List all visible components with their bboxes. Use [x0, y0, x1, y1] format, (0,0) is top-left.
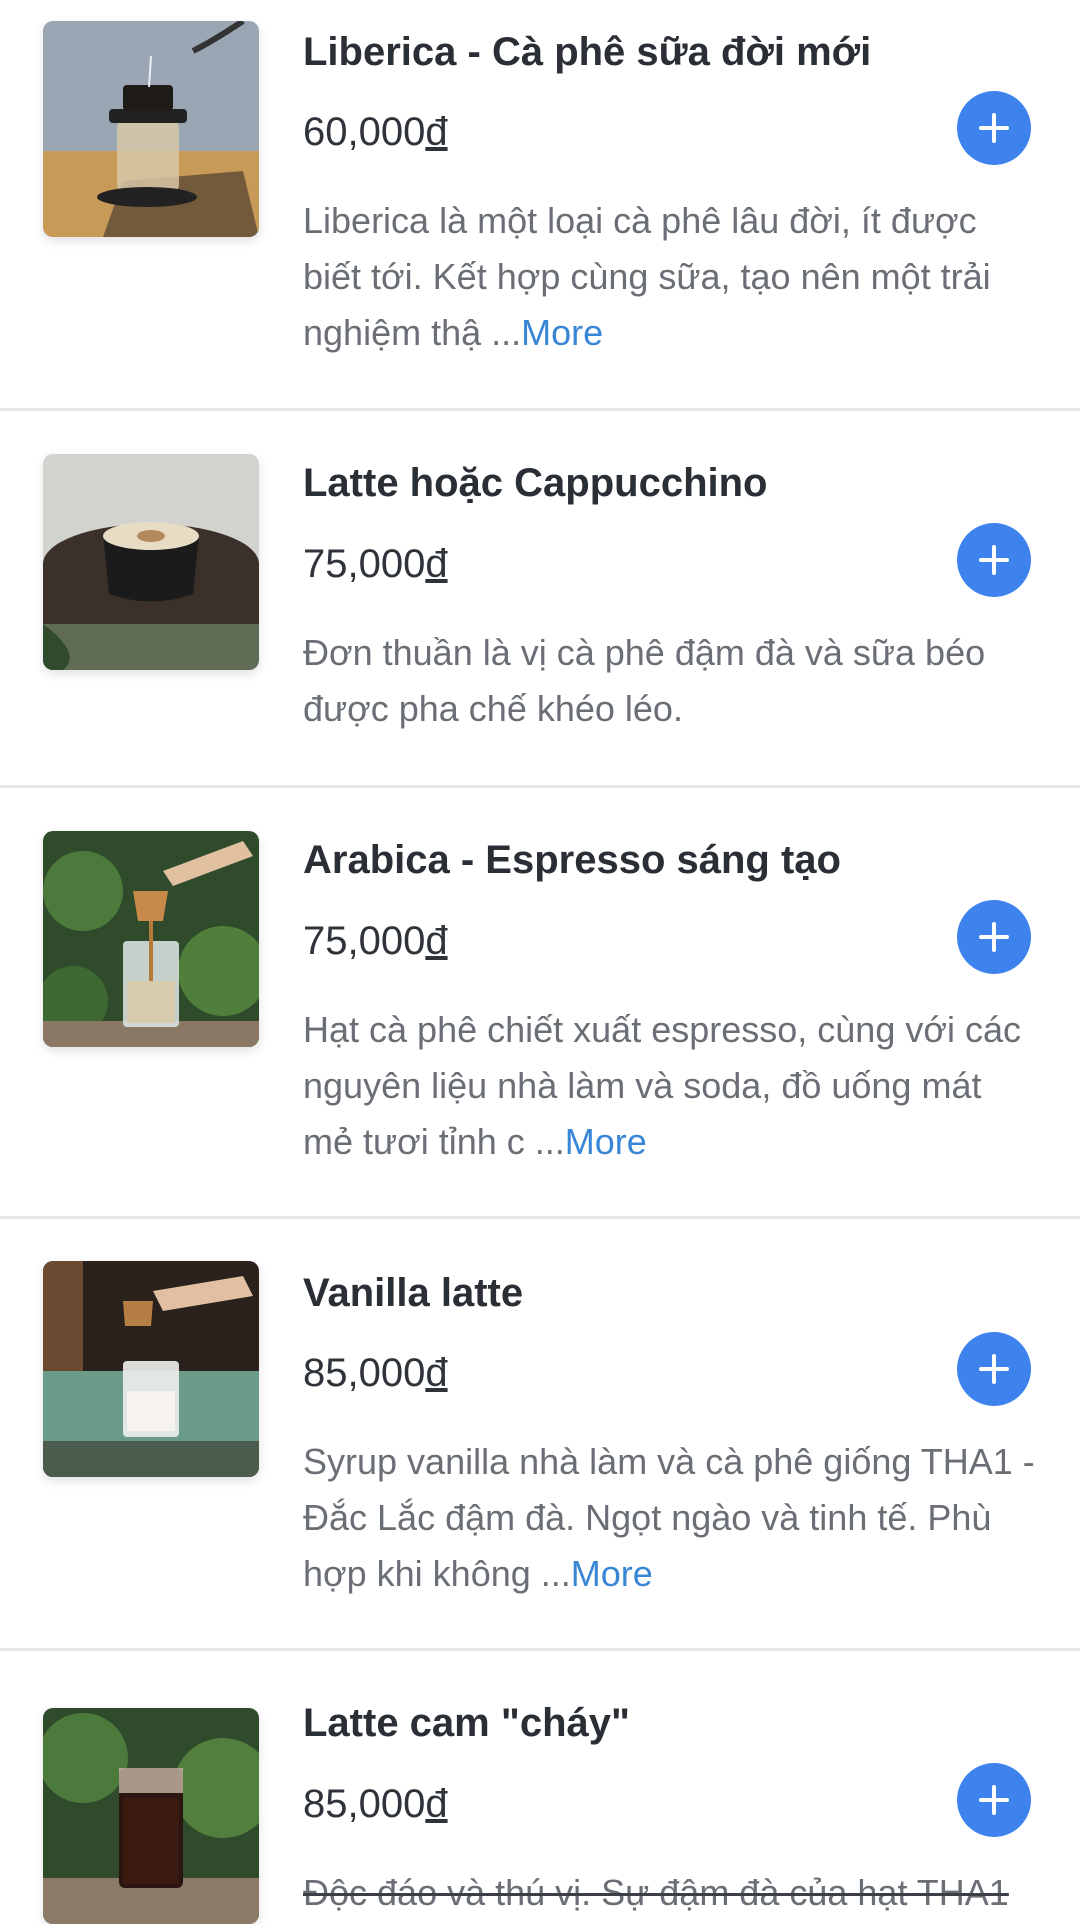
- list-item[interactable]: Latte cam "cháy" 85,000đ Độc đáo và thú …: [0, 1651, 1080, 1924]
- product-name[interactable]: Liberica - Cà phê sữa đời mới: [303, 30, 943, 75]
- menu-list: Liberica - Cà phê sữa đời mới 60,000đ Li…: [0, 0, 1080, 1924]
- plus-icon: [979, 113, 1009, 143]
- plus-icon: [979, 545, 1009, 575]
- product-image[interactable]: [43, 454, 259, 670]
- product-description: Hạt cà phê chiết xuất espresso, cùng với…: [303, 1009, 1021, 1162]
- product-description: Đơn thuần là vị cà phê đậm đà và sữa béo…: [303, 632, 986, 729]
- product-name[interactable]: Arabica - Espresso sáng tạo: [303, 838, 943, 883]
- list-item[interactable]: Vanilla latte 85,000đ Syrup vanilla nhà …: [0, 1219, 1080, 1651]
- add-to-cart-button[interactable]: [957, 1763, 1031, 1837]
- plus-icon: [979, 1785, 1009, 1815]
- currency-symbol: đ: [425, 1782, 448, 1826]
- add-to-cart-button[interactable]: [957, 1332, 1031, 1406]
- product-name[interactable]: Latte cam "cháy": [303, 1701, 943, 1746]
- product-price: 85,000đ: [303, 1782, 448, 1826]
- add-to-cart-button[interactable]: [957, 91, 1031, 165]
- list-item[interactable]: Arabica - Espresso sáng tạo 75,000đ Hạt …: [0, 788, 1080, 1219]
- product-name[interactable]: Vanilla latte: [303, 1271, 943, 1316]
- product-description: Liberica là một loại cà phê lâu đời, ít …: [303, 200, 991, 353]
- product-description: Độc đáo và thú vị. Sự đậm đà của hạt THA…: [303, 1872, 1009, 1913]
- currency-symbol: đ: [425, 1351, 448, 1395]
- more-link[interactable]: More: [521, 312, 603, 353]
- more-link[interactable]: More: [565, 1121, 647, 1162]
- list-item[interactable]: Liberica - Cà phê sữa đời mới 60,000đ Li…: [0, 0, 1080, 411]
- product-image[interactable]: [43, 1261, 259, 1477]
- product-price: 85,000đ: [303, 1351, 448, 1395]
- plus-icon: [979, 1354, 1009, 1384]
- more-link[interactable]: More: [571, 1553, 653, 1594]
- add-to-cart-button[interactable]: [957, 900, 1031, 974]
- plus-icon: [979, 922, 1009, 952]
- product-price: 75,000đ: [303, 919, 448, 963]
- product-image[interactable]: [43, 21, 259, 237]
- add-to-cart-button[interactable]: [957, 523, 1031, 597]
- product-description: Syrup vanilla nhà làm và cà phê giống TH…: [303, 1441, 1035, 1594]
- currency-symbol: đ: [425, 110, 448, 154]
- product-price: 75,000đ: [303, 542, 448, 586]
- currency-symbol: đ: [425, 542, 448, 586]
- currency-symbol: đ: [425, 919, 448, 963]
- product-price: 60,000đ: [303, 110, 448, 154]
- list-item[interactable]: Latte hoặc Cappucchino 75,000đ Đơn thuần…: [0, 411, 1080, 788]
- product-image[interactable]: [43, 1708, 259, 1924]
- product-image[interactable]: [43, 831, 259, 1047]
- product-name[interactable]: Latte hoặc Cappucchino: [303, 461, 943, 506]
